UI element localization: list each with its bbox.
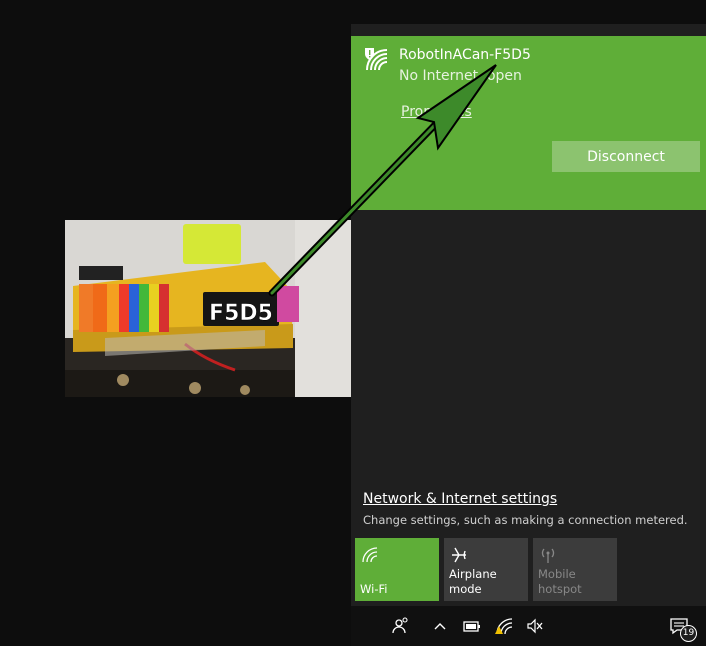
wifi-warning-icon[interactable] <box>494 616 514 636</box>
notification-count-badge: 19 <box>680 625 697 642</box>
wifi-toggle-tile[interactable]: Wi-Fi <box>355 538 439 601</box>
network-status: No Internet, open <box>399 68 522 84</box>
airplane-icon <box>450 546 468 564</box>
airplane-mode-tile[interactable]: Airplane mode <box>444 538 528 601</box>
wifi-icon <box>361 546 379 564</box>
network-item-selected[interactable]: RobotInACan-F5D5 No Internet, open Prope… <box>351 36 706 210</box>
taskbar: 19 <box>351 606 706 646</box>
disconnect-button[interactable]: Disconnect <box>552 141 700 172</box>
f5d5-label: F5D5 <box>209 301 273 326</box>
battery-icon[interactable] <box>462 616 482 636</box>
network-properties-link[interactable]: Properties <box>401 104 472 120</box>
hotspot-tile-label-text: Mobile hotspot <box>538 567 582 596</box>
volume-muted-icon[interactable] <box>525 616 545 636</box>
wifi-tile-label: Wi-Fi <box>360 582 388 596</box>
hotspot-icon <box>539 546 557 564</box>
network-settings-description: Change settings, such as making a connec… <box>363 513 688 527</box>
airplane-tile-label: Airplane mode <box>449 567 497 596</box>
people-icon[interactable] <box>391 616 411 636</box>
network-name: RobotInACan-F5D5 <box>399 47 531 63</box>
wifi-secure-warning-icon <box>363 46 389 72</box>
mobile-hotspot-tile[interactable]: Mobile hotspot <box>533 538 617 601</box>
network-flyout: RobotInACan-F5D5 No Internet, open Prope… <box>351 24 706 606</box>
chevron-up-icon[interactable] <box>430 616 450 636</box>
network-settings-link[interactable]: Network & Internet settings <box>363 491 557 507</box>
hotspot-tile-label: Mobile hotspot <box>538 567 582 597</box>
